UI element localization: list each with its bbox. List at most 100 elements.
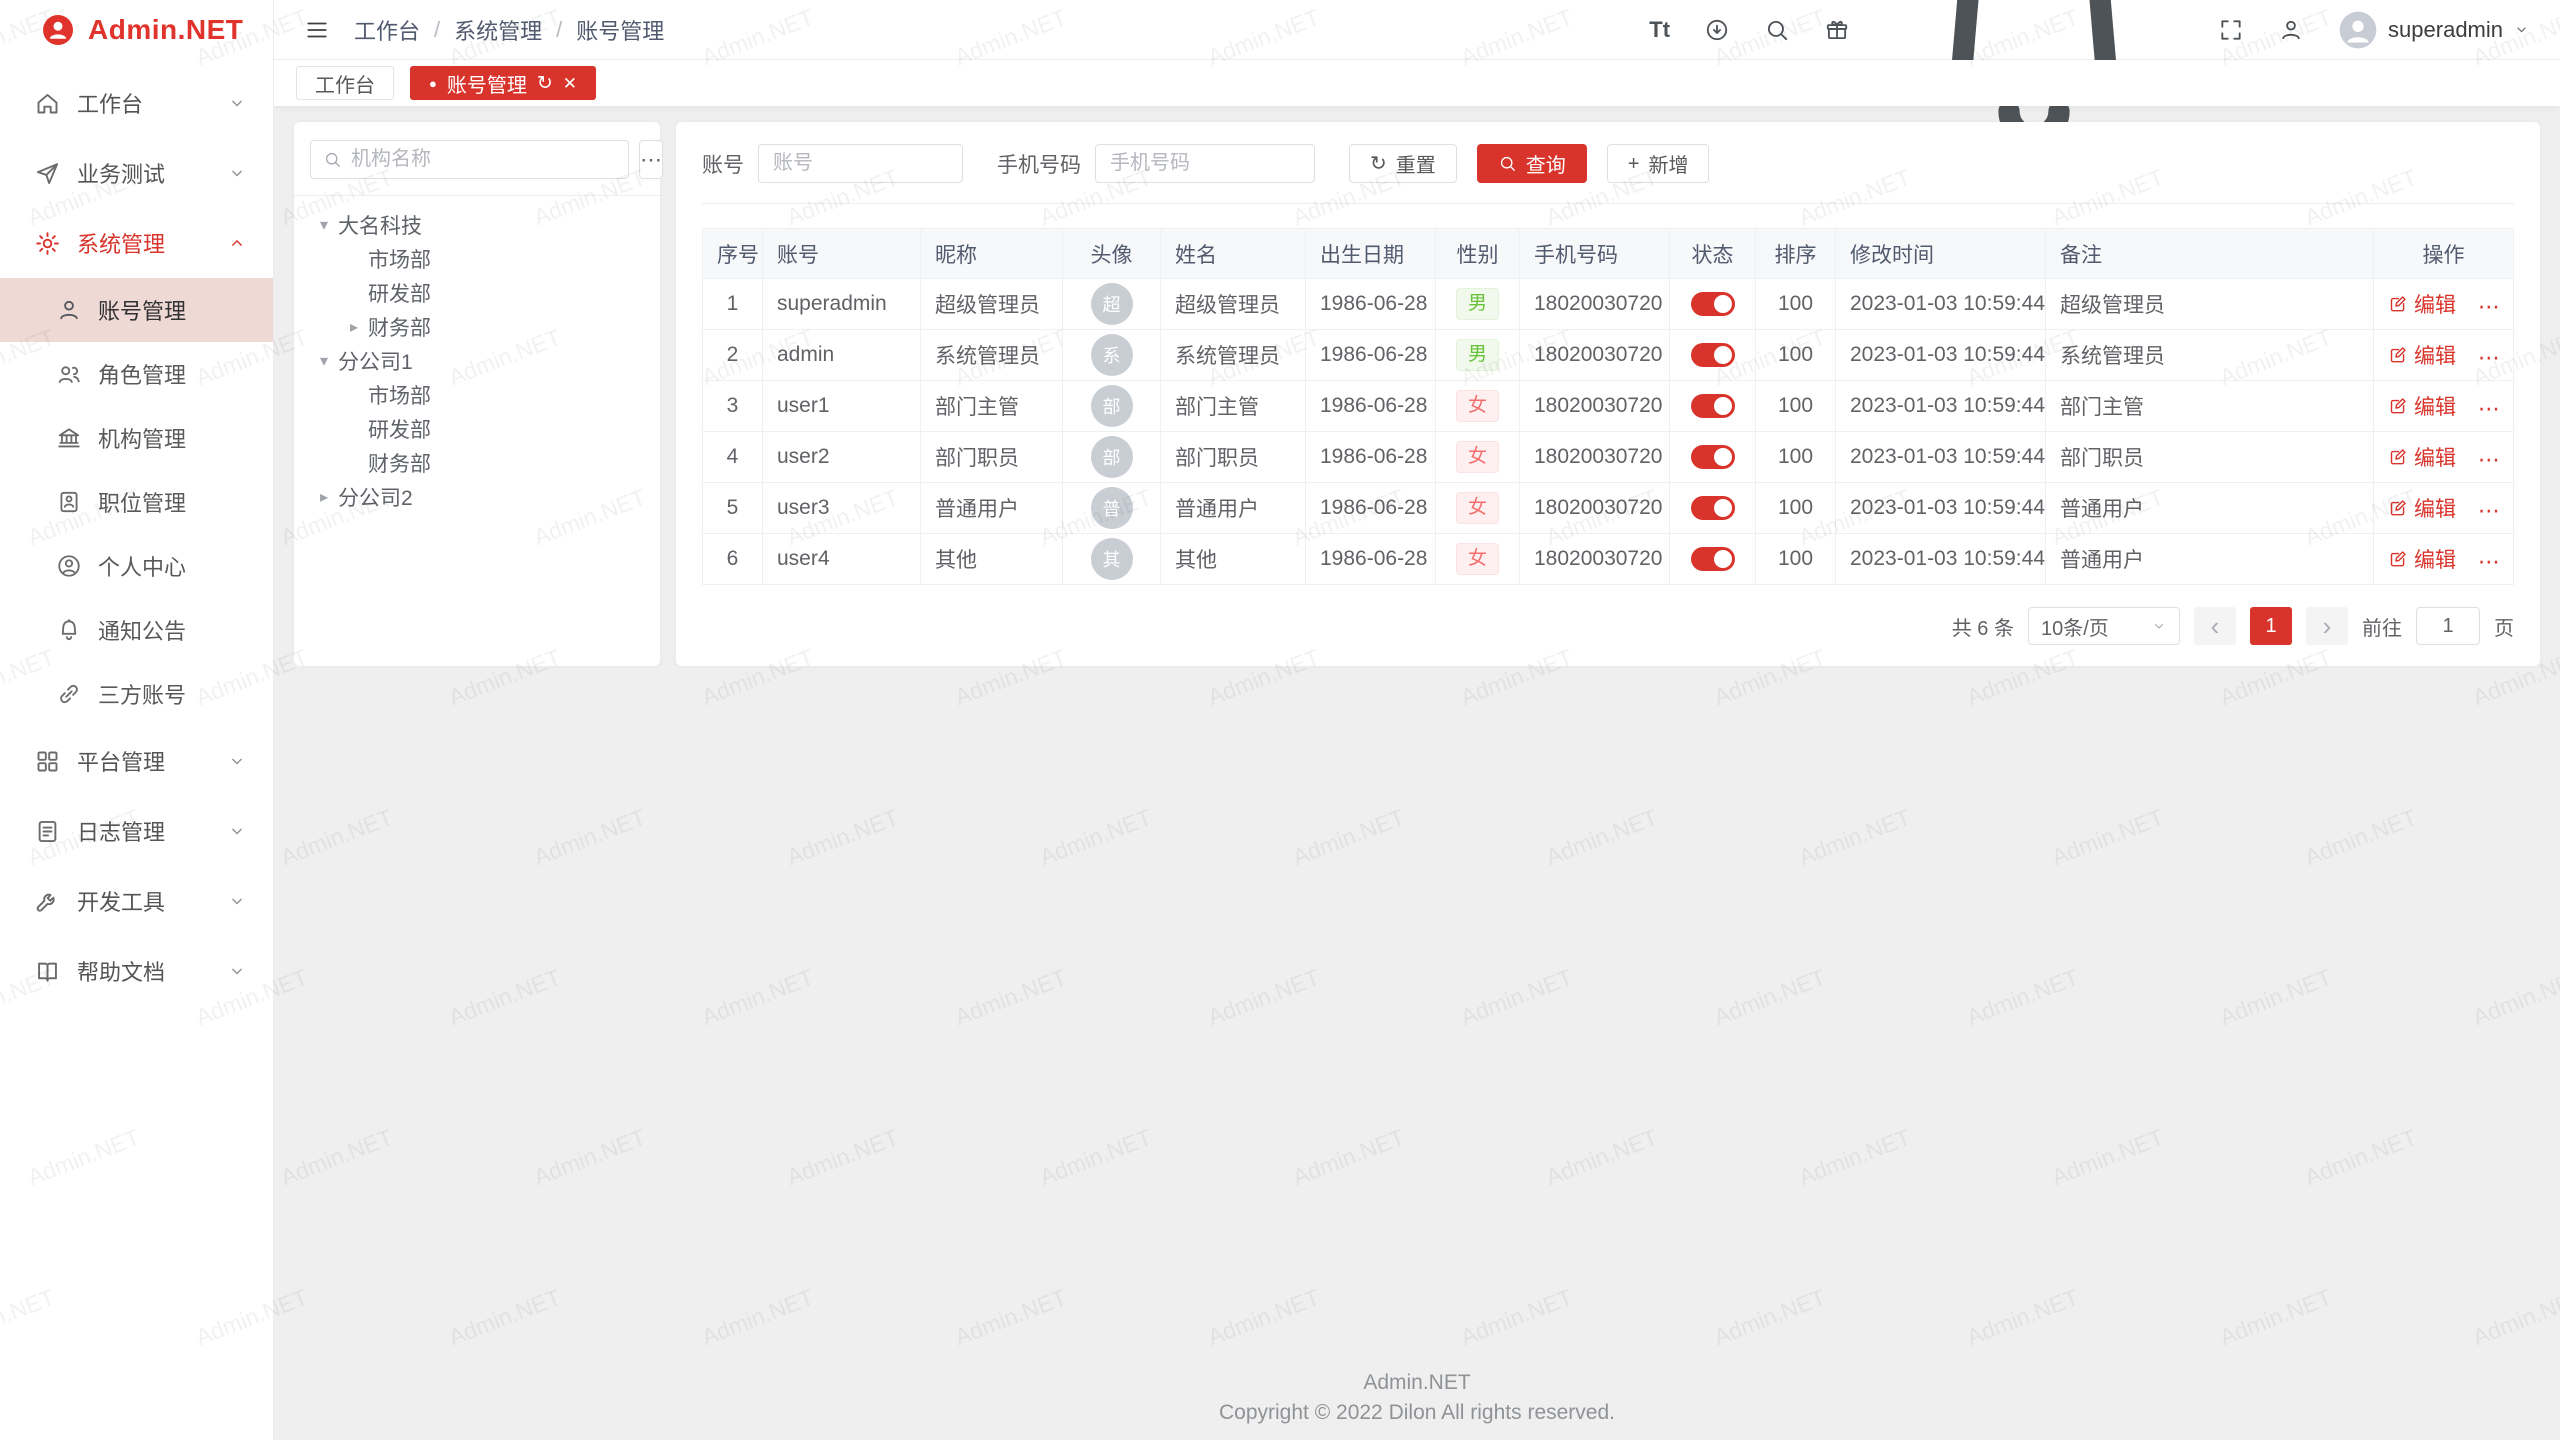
sidebar-item-help-docs[interactable]: 帮助文档 bbox=[0, 936, 273, 1006]
search-button[interactable]: 查询 bbox=[1477, 144, 1587, 183]
tree-caret-icon[interactable]: ▸ bbox=[310, 487, 338, 507]
fullscreen-icon[interactable] bbox=[2218, 17, 2244, 43]
status-toggle[interactable] bbox=[1691, 343, 1735, 367]
next-page-button[interactable]: › bbox=[2306, 607, 2348, 645]
table-row: 1 superadmin 超级管理员 超 超级管理员 1986-06-28 男 … bbox=[703, 279, 2514, 330]
edit-button[interactable]: 编辑 bbox=[2388, 340, 2456, 370]
status-toggle[interactable] bbox=[1691, 496, 1735, 520]
sidebar-item-position-mgmt[interactable]: 职位管理 bbox=[0, 470, 273, 534]
edit-label: 编辑 bbox=[2414, 289, 2456, 319]
hamburger-menu-icon[interactable] bbox=[304, 17, 330, 43]
tree-node[interactable]: 研发部 bbox=[310, 412, 644, 446]
search-icon[interactable] bbox=[1764, 17, 1790, 43]
org-more-button[interactable]: ⋯ bbox=[639, 140, 663, 179]
sidebar-item-account-mgmt[interactable]: 账号管理 bbox=[0, 278, 273, 342]
phone-input[interactable] bbox=[1095, 144, 1315, 183]
tree-node[interactable]: 研发部 bbox=[310, 276, 644, 310]
cell-seq: 2 bbox=[703, 330, 763, 381]
user-menu[interactable]: superadmin bbox=[2338, 10, 2530, 50]
person-icon[interactable] bbox=[2278, 17, 2304, 43]
font-size-icon[interactable]: Tt bbox=[1649, 17, 1670, 43]
cell-account: user2 bbox=[763, 432, 921, 483]
row-more-button[interactable]: ⋯ bbox=[2478, 396, 2501, 421]
col-order: 排序 bbox=[1756, 229, 1836, 279]
status-toggle[interactable] bbox=[1691, 547, 1735, 571]
tab-label: 账号管理 bbox=[447, 69, 527, 98]
cell-avatar: 其 bbox=[1063, 534, 1161, 585]
discover-icon[interactable] bbox=[1704, 17, 1730, 43]
tree-node[interactable]: ▸ 财务部 bbox=[310, 310, 644, 344]
main-area: 工作台 / 系统管理 / 账号管理 Tt superadmin bbox=[274, 0, 2560, 1440]
cell-name: 系统管理员 bbox=[1161, 330, 1306, 381]
cell-account: user4 bbox=[763, 534, 921, 585]
sidebar-item-label: 工作台 bbox=[77, 87, 227, 119]
breadcrumb-item[interactable]: 工作台 bbox=[354, 14, 420, 46]
cell-name: 其他 bbox=[1161, 534, 1306, 585]
col-avatar: 头像 bbox=[1063, 229, 1161, 279]
sidebar-item-role-mgmt[interactable]: 角色管理 bbox=[0, 342, 273, 406]
current-page[interactable]: 1 bbox=[2250, 607, 2292, 645]
gift-icon[interactable] bbox=[1824, 17, 1850, 43]
tree-node[interactable]: ▸ 分公司2 bbox=[310, 480, 644, 514]
prev-page-button[interactable]: ‹ bbox=[2194, 607, 2236, 645]
sidebar-item-business-test[interactable]: 业务测试 bbox=[0, 138, 273, 208]
avatar: 超 bbox=[1091, 283, 1133, 325]
cell-nickname: 系统管理员 bbox=[921, 330, 1063, 381]
edit-button[interactable]: 编辑 bbox=[2388, 544, 2456, 574]
breadcrumb-item[interactable]: 账号管理 bbox=[576, 14, 664, 46]
reset-button[interactable]: ↻ 重置 bbox=[1349, 144, 1457, 183]
refresh-icon[interactable]: ↻ bbox=[537, 74, 553, 93]
tab-workbench[interactable]: 工作台 bbox=[296, 66, 394, 100]
close-icon[interactable]: ✕ bbox=[563, 75, 577, 92]
row-more-button[interactable]: ⋯ bbox=[2478, 345, 2501, 370]
status-toggle[interactable] bbox=[1691, 394, 1735, 418]
tab-account-mgmt[interactable]: ● 账号管理 ↻ ✕ bbox=[410, 66, 596, 100]
edit-button[interactable]: 编辑 bbox=[2388, 289, 2456, 319]
sidebar-menu: 工作台 业务测试 系统管理 账号管理 角色管理 bbox=[0, 60, 273, 1440]
account-input[interactable] bbox=[758, 144, 963, 183]
cell-nickname: 超级管理员 bbox=[921, 279, 1063, 330]
topbar: 工作台 / 系统管理 / 账号管理 Tt superadmin bbox=[274, 0, 2560, 60]
sidebar-item-log-mgmt[interactable]: 日志管理 bbox=[0, 796, 273, 866]
status-toggle[interactable] bbox=[1691, 292, 1735, 316]
row-more-button[interactable]: ⋯ bbox=[2478, 447, 2501, 472]
sidebar-item-dev-tools[interactable]: 开发工具 bbox=[0, 866, 273, 936]
tree-node-label: 财务部 bbox=[368, 312, 431, 342]
tree-node[interactable]: ▾ 大名科技 bbox=[310, 208, 644, 242]
tree-node[interactable]: 市场部 bbox=[310, 242, 644, 276]
status-toggle[interactable] bbox=[1691, 445, 1735, 469]
edit-button[interactable]: 编辑 bbox=[2388, 391, 2456, 421]
add-button[interactable]: + 新增 bbox=[1607, 144, 1710, 183]
sidebar-item-notice[interactable]: 通知公告 bbox=[0, 598, 273, 662]
content-area: ⋯ ▾ 大名科技 市场部 bbox=[274, 106, 2560, 1440]
chevron-down-icon bbox=[2513, 21, 2530, 38]
edit-button[interactable]: 编辑 bbox=[2388, 442, 2456, 472]
org-search-input[interactable] bbox=[351, 148, 616, 171]
tree-caret-icon[interactable]: ▾ bbox=[310, 215, 338, 235]
cell-gender: 男 bbox=[1436, 279, 1520, 330]
sidebar-item-workbench[interactable]: 工作台 bbox=[0, 68, 273, 138]
cell-account: user3 bbox=[763, 483, 921, 534]
sidebar-item-system-mgmt[interactable]: 系统管理 bbox=[0, 208, 273, 278]
tree-caret-icon[interactable]: ▾ bbox=[310, 351, 338, 371]
page-size-select[interactable]: 10条/页 bbox=[2028, 607, 2180, 645]
sidebar-item-org-mgmt[interactable]: 机构管理 bbox=[0, 406, 273, 470]
row-more-button[interactable]: ⋯ bbox=[2478, 294, 2501, 319]
breadcrumb-item[interactable]: 系统管理 bbox=[454, 14, 542, 46]
footer-copyright: Copyright © 2022 Dilon All rights reserv… bbox=[274, 1398, 2560, 1428]
tree-caret-icon[interactable]: ▸ bbox=[340, 317, 368, 337]
sidebar-item-label: 通知公告 bbox=[98, 614, 186, 646]
sidebar-item-third-party-account[interactable]: 三方账号 bbox=[0, 662, 273, 726]
tree-node[interactable]: ▾ 分公司1 bbox=[310, 344, 644, 378]
sidebar-item-platform-mgmt[interactable]: 平台管理 bbox=[0, 726, 273, 796]
edit-button[interactable]: 编辑 bbox=[2388, 493, 2456, 523]
row-more-button[interactable]: ⋯ bbox=[2478, 498, 2501, 523]
col-phone: 手机号码 bbox=[1520, 229, 1670, 279]
sidebar-item-personal-center[interactable]: 个人中心 bbox=[0, 534, 273, 598]
goto-page-input[interactable] bbox=[2416, 607, 2480, 645]
divider bbox=[294, 195, 660, 196]
tree-node[interactable]: 市场部 bbox=[310, 378, 644, 412]
tree-node[interactable]: 财务部 bbox=[310, 446, 644, 480]
account-label: 账号 bbox=[702, 149, 744, 179]
row-more-button[interactable]: ⋯ bbox=[2478, 549, 2501, 574]
